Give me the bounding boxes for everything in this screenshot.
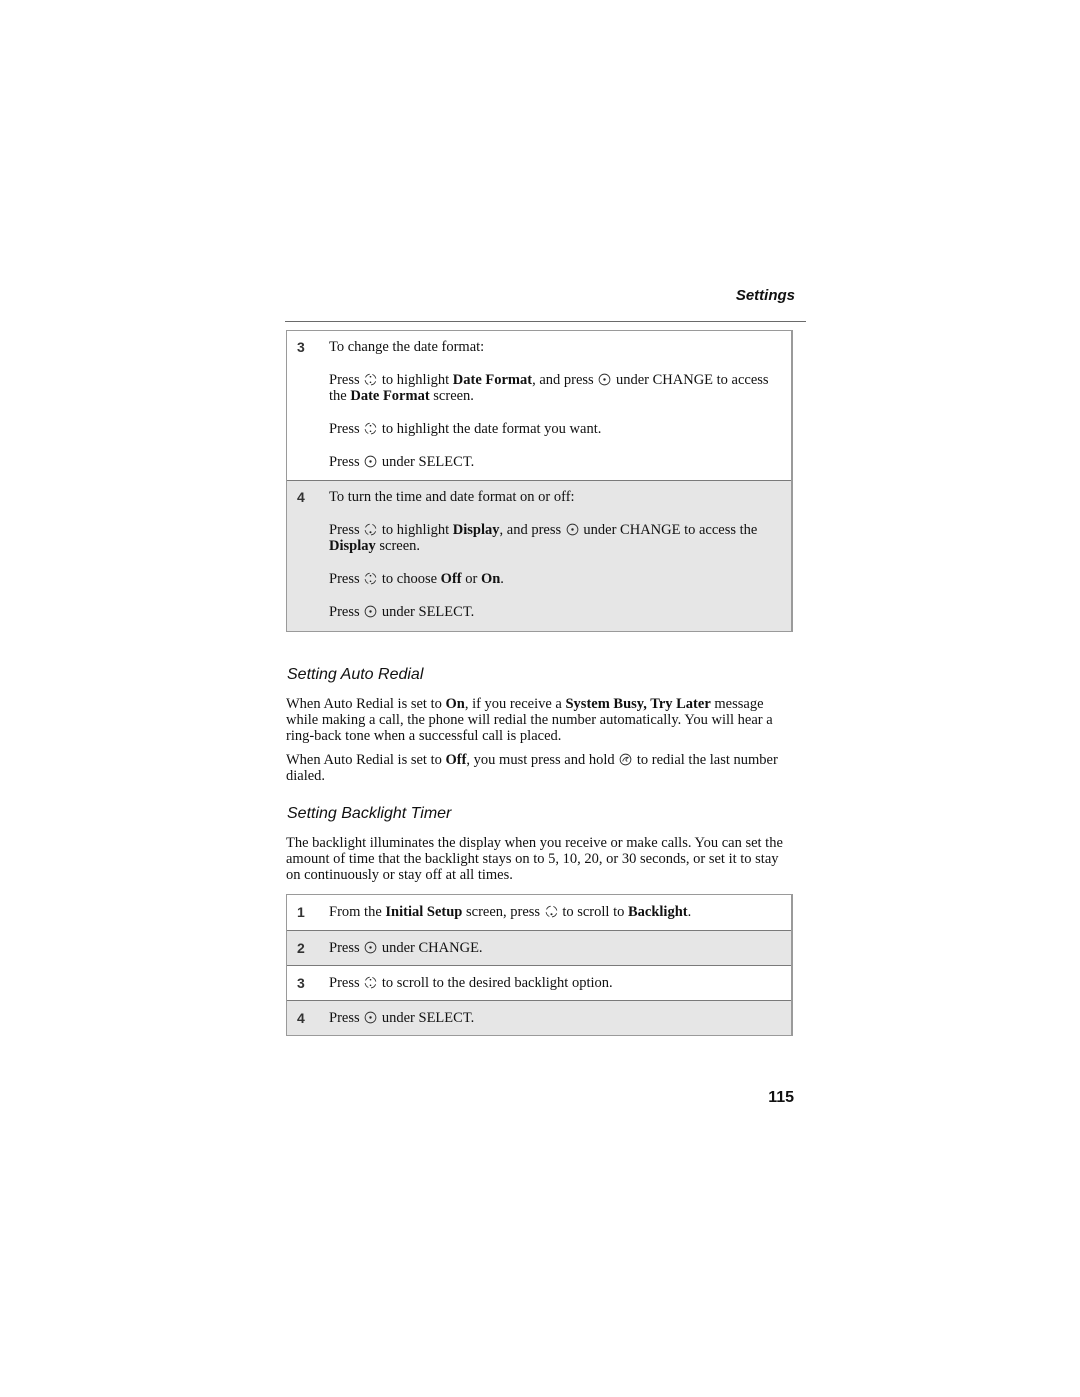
step-number: 4 <box>297 1010 305 1026</box>
nav-key-icon <box>364 976 377 989</box>
step-intro: To turn the time and date format on or o… <box>329 489 575 505</box>
backlight-paragraph: The backlight illuminates the display wh… <box>286 835 783 883</box>
step-instruction: Press under SELECT. <box>329 454 475 470</box>
step-intro: To change the date format: <box>329 339 485 355</box>
auto-redial-paragraph-1: When Auto Redial is set to On, if you re… <box>286 696 773 744</box>
select-key-icon <box>364 1011 377 1024</box>
page-number: 115 <box>768 1089 794 1106</box>
section-title-backlight-timer: Setting Backlight Timer <box>287 805 452 822</box>
step-instruction: Press to highlight Display, and press un… <box>329 522 758 554</box>
backlight-steps: 1 From the Initial Setup screen, press t… <box>286 894 793 1036</box>
backlight-step-3: 3 Press to scroll to the desired backlig… <box>287 965 791 1000</box>
select-key-icon <box>364 605 377 618</box>
running-head: Settings <box>735 287 795 304</box>
step-number: 1 <box>297 904 305 920</box>
select-key-icon <box>364 941 377 954</box>
backlight-step-4: 4 Press under SELECT. <box>287 1000 791 1035</box>
header-rule <box>285 321 806 322</box>
step-instruction: Press to highlight Date Format, and pres… <box>329 372 769 404</box>
select-key-icon <box>364 455 377 468</box>
step-instruction: Press to highlight the date format you w… <box>329 421 602 437</box>
send-key-icon <box>619 753 632 766</box>
step-number: 3 <box>297 339 305 355</box>
select-key-icon <box>566 523 579 536</box>
step-4-toggle-display: 4 To turn the time and date format on or… <box>287 480 791 631</box>
nav-down-key-icon <box>364 523 377 536</box>
nav-key-icon <box>364 572 377 585</box>
step-instruction: Press under SELECT. <box>329 604 475 620</box>
nav-key-icon <box>364 422 377 435</box>
auto-redial-paragraph-2: When Auto Redial is set to Off, you must… <box>286 752 778 784</box>
nav-down-key-icon <box>545 905 558 918</box>
section-title-auto-redial: Setting Auto Redial <box>287 666 424 683</box>
step-number: 3 <box>297 975 305 991</box>
step-number: 4 <box>297 489 305 505</box>
nav-key-icon <box>364 373 377 386</box>
step-instruction: Press to choose Off or On. <box>329 571 504 587</box>
step-number: 2 <box>297 940 305 956</box>
backlight-step-1: 1 From the Initial Setup screen, press t… <box>297 904 692 920</box>
select-key-icon <box>598 373 611 386</box>
step-3-change-date-format: 3 To change the date format: Press to hi… <box>287 331 791 480</box>
backlight-step-2: 2 Press under CHANGE. <box>287 930 791 965</box>
date-format-steps: 3 To change the date format: Press to hi… <box>286 330 793 632</box>
